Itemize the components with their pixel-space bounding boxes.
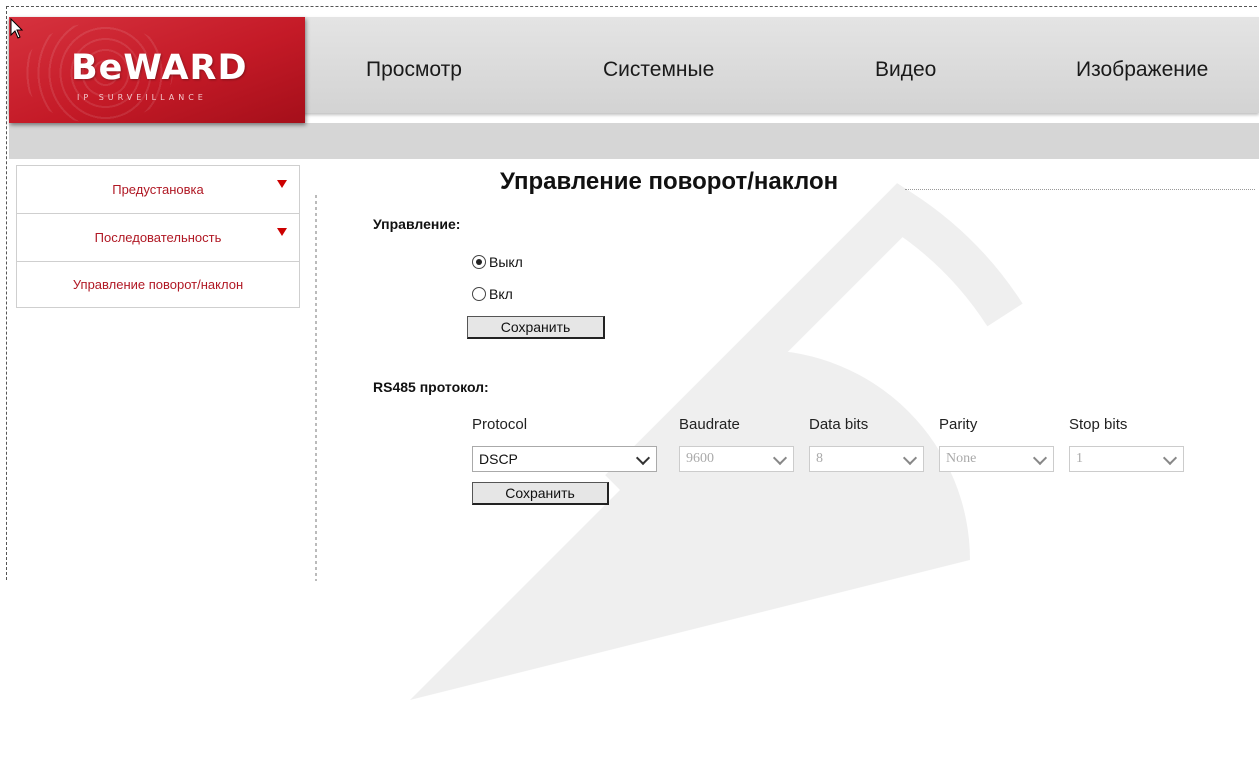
- baudrate-label: Baudrate: [679, 416, 740, 433]
- sidebar-item-preset[interactable]: Предустановка: [16, 165, 300, 213]
- triangle-down-icon: [277, 228, 287, 236]
- stopbits-value: 1: [1076, 451, 1083, 466]
- databits-label: Data bits: [809, 416, 869, 433]
- stopbits-label: Stop bits: [1069, 416, 1128, 433]
- nav-item-image[interactable]: Изображение: [1076, 58, 1208, 82]
- baudrate-select[interactable]: 9600: [679, 446, 794, 472]
- databits-value: 8: [816, 451, 823, 466]
- sidebar-item-label: Последовательность: [94, 230, 222, 245]
- protocol-select[interactable]: DSCP: [472, 446, 657, 472]
- logo-tagline: IP SURVEILLANCE: [77, 93, 207, 102]
- chevron-down-icon: [902, 450, 918, 466]
- parity-value: None: [946, 451, 977, 466]
- save-rs485-button[interactable]: Сохранить: [472, 482, 609, 505]
- chevron-down-icon: [635, 450, 651, 466]
- control-section-label: Управление:: [373, 216, 461, 232]
- title-underline: [905, 189, 1255, 191]
- chevron-down-icon: [1162, 450, 1178, 466]
- page-title: Управление поворот/наклон: [500, 168, 839, 195]
- chevron-down-icon: [1032, 450, 1048, 466]
- parity-label: Parity: [939, 416, 978, 433]
- protocol-value: DSCP: [479, 451, 518, 467]
- triangle-down-icon: [277, 180, 287, 188]
- stopbits-select[interactable]: 1: [1069, 446, 1184, 472]
- radio-checked-icon: [472, 255, 486, 269]
- mouse-cursor-icon: [10, 18, 24, 39]
- radio-on[interactable]: Вкл: [472, 286, 513, 302]
- nav-item-view[interactable]: Просмотр: [366, 58, 462, 82]
- chevron-down-icon: [772, 450, 788, 466]
- top-nav: Просмотр Системные Видео Изображение: [0, 58, 1259, 88]
- sidebar-item-label: Управление поворот/наклон: [72, 277, 244, 292]
- sidebar-item-label: Предустановка: [112, 182, 204, 197]
- databits-select[interactable]: 8: [809, 446, 924, 472]
- radio-on-label: Вкл: [489, 286, 513, 302]
- protocol-label: Protocol: [472, 416, 528, 433]
- vertical-divider: [315, 195, 317, 581]
- save-control-button[interactable]: Сохранить: [467, 316, 605, 339]
- rs485-section-label: RS485 протокол:: [373, 379, 489, 395]
- parity-select[interactable]: None: [939, 446, 1054, 472]
- baudrate-value: 9600: [686, 451, 714, 466]
- radio-unchecked-icon: [472, 287, 486, 301]
- sidebar-item-sequence[interactable]: Последовательность: [16, 213, 300, 261]
- radio-off[interactable]: Выкл: [472, 254, 523, 270]
- sidebar: Предустановка Последовательность Управле…: [16, 165, 300, 308]
- sidebar-item-pan-tilt[interactable]: Управление поворот/наклон: [16, 261, 300, 308]
- nav-item-system[interactable]: Системные: [603, 58, 714, 82]
- nav-item-video[interactable]: Видео: [875, 58, 936, 82]
- sub-header-bar: [9, 123, 1259, 159]
- radio-off-label: Выкл: [489, 254, 523, 270]
